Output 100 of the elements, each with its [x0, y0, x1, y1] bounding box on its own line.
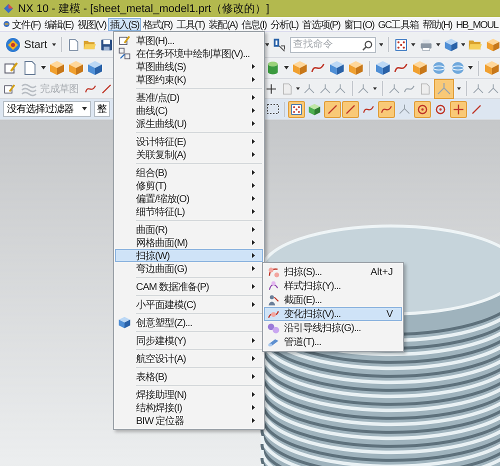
menu-item[interactable]: 文件(F) — [10, 18, 42, 30]
menu-item[interactable]: 工具(T) — [174, 18, 207, 30]
menu-item[interactable]: 曲线(C) — [115, 104, 263, 117]
cube-icon[interactable] — [484, 60, 500, 76]
menu-item[interactable]: 网格曲面(M) — [115, 236, 263, 249]
shortcut-label: V — [386, 308, 394, 320]
menu-item[interactable]: 在任务环境中绘制草图(V)... — [115, 47, 263, 60]
submenu-arrow-icon — [252, 139, 255, 144]
cube-icon[interactable] — [374, 60, 390, 76]
dotted-square-icon[interactable] — [265, 101, 281, 117]
submenu-arrow-icon — [252, 170, 255, 175]
menu-item[interactable]: 派生曲线(U) — [115, 117, 263, 130]
search-field[interactable]: 查找命令 — [290, 36, 376, 52]
menu-item[interactable]: 同步建模(Y) — [115, 334, 263, 347]
menu-item[interactable]: 焊接助理(N) — [115, 388, 263, 401]
caret-icon[interactable] — [411, 42, 416, 46]
cube-icon — [118, 316, 130, 329]
scope-dropdown[interactable]: 整 — [94, 101, 110, 117]
caret-icon[interactable] — [52, 42, 56, 46]
submenu-arrow-icon — [252, 338, 255, 343]
menu-item[interactable]: 变化扫掠(V)... V — [264, 307, 402, 321]
sketch-icon[interactable] — [3, 60, 19, 76]
menu-item[interactable]: 创意塑型(Z)... — [115, 316, 263, 329]
menu-item[interactable]: 扫掠(S)... Alt+J — [264, 265, 402, 279]
menu-item[interactable]: 表格(B) — [115, 370, 263, 383]
search-icon[interactable] — [362, 40, 373, 50]
submenu-arrow-icon — [252, 392, 255, 397]
submenu-arrow-icon — [252, 356, 255, 361]
sphere-icon[interactable] — [430, 60, 447, 76]
start-button[interactable]: Start — [3, 36, 50, 52]
start-logo-icon — [5, 36, 21, 52]
menu-item[interactable]: HB_MOUL — [454, 18, 500, 30]
menu-item[interactable]: 基准/点(D) — [115, 91, 263, 104]
cube-icon[interactable] — [444, 36, 458, 52]
floppy-icon[interactable] — [100, 36, 113, 52]
caret-icon[interactable] — [265, 42, 270, 46]
menu-item[interactable]: 偏置/缩放(O) — [115, 192, 263, 205]
submenu-arrow-icon — [252, 405, 255, 410]
menu-item[interactable]: 分析(L) — [268, 18, 300, 30]
cube-icon[interactable] — [87, 60, 103, 76]
menu-item[interactable]: 首选项(P) — [300, 18, 342, 30]
submenu-arrow-icon — [252, 77, 255, 82]
menu-item[interactable]: 沿引导线扫掠(G)... — [264, 321, 402, 335]
menu-item[interactable]: 关联复制(A) — [115, 148, 263, 161]
cube-icon[interactable] — [412, 60, 428, 76]
menu-item[interactable]: 样式扫掠(Y)... — [264, 279, 402, 293]
caret-icon[interactable] — [296, 86, 300, 90]
menu-item[interactable]: 曲面(R) — [115, 223, 263, 236]
page-icon[interactable] — [67, 36, 80, 52]
menu-item[interactable]: 编辑(E) — [42, 18, 76, 30]
swept-shape-icon — [266, 280, 280, 292]
menu-item[interactable]: 视图(V) — [75, 18, 108, 30]
menu-item[interactable]: 结构焊接(I) — [115, 401, 263, 414]
cube-icon[interactable] — [348, 60, 364, 76]
menu-item[interactable]: 小平面建模(C) — [115, 298, 263, 311]
app-menu-icon[interactable] — [3, 18, 10, 30]
caret-icon[interactable] — [436, 42, 441, 46]
menu-item[interactable]: 截面(E)... — [264, 293, 402, 307]
menu-item[interactable]: 信息(I) — [239, 18, 268, 30]
submenu-arrow-icon — [252, 183, 255, 188]
menu-item[interactable]: 扫掠(W) — [115, 249, 263, 262]
submenu-arrow-icon — [252, 209, 255, 214]
sketch-grid-icon — [118, 47, 130, 60]
menu-item[interactable]: BIW 定位器 — [115, 414, 263, 427]
menu-item[interactable]: 草图(H)... — [115, 34, 263, 47]
menu-item[interactable]: 帮助(H) — [420, 18, 454, 30]
menu-item[interactable]: 弯边曲面(G) — [115, 262, 263, 275]
menu-item[interactable]: 修剪(T) — [115, 179, 263, 192]
cube-icon[interactable] — [68, 60, 84, 76]
caret-icon[interactable] — [468, 66, 474, 70]
menu-item[interactable]: 细节特征(L) — [115, 205, 263, 218]
menu-item[interactable]: GC工具箱 — [376, 18, 421, 30]
shortcut-label: Alt+J — [370, 266, 394, 278]
menu-item[interactable]: 草图约束(K) — [115, 73, 263, 86]
menu-item[interactable]: 格式(R) — [140, 18, 174, 30]
filter-dropdown[interactable]: 没有选择过滤器 — [3, 101, 91, 117]
submenu-arrow-icon — [252, 108, 255, 113]
menu-item[interactable]: 装配(A) — [206, 18, 240, 30]
caret-icon[interactable] — [284, 66, 289, 70]
caret-icon[interactable] — [41, 66, 46, 70]
menu-item[interactable]: CAM 数据准备(P) — [115, 280, 263, 293]
menu-item[interactable]: 设计特征(E) — [115, 135, 263, 148]
page-icon[interactable] — [22, 60, 38, 76]
cube-icon[interactable] — [486, 36, 500, 52]
menu-item[interactable]: 窗口(O) — [342, 18, 376, 30]
menu-item[interactable]: 插入(S) — [108, 18, 141, 30]
sketch-icon — [118, 34, 130, 47]
menu-item[interactable]: 组合(B) — [115, 166, 263, 179]
submenu-arrow-icon — [252, 64, 255, 69]
caret-icon[interactable] — [457, 86, 462, 90]
menu-item[interactable]: 草图曲线(S) — [115, 60, 263, 73]
cube-icon[interactable] — [329, 60, 345, 76]
info-icon[interactable] — [272, 36, 287, 52]
menu-item[interactable]: 管道(T)... — [264, 335, 402, 349]
caret-icon[interactable] — [378, 42, 384, 46]
caret-icon[interactable] — [82, 107, 87, 111]
caret-icon[interactable] — [372, 86, 377, 90]
grid-icon[interactable] — [394, 36, 408, 52]
menu-item[interactable]: 航空设计(A) — [115, 352, 263, 365]
caret-icon[interactable] — [460, 42, 466, 46]
